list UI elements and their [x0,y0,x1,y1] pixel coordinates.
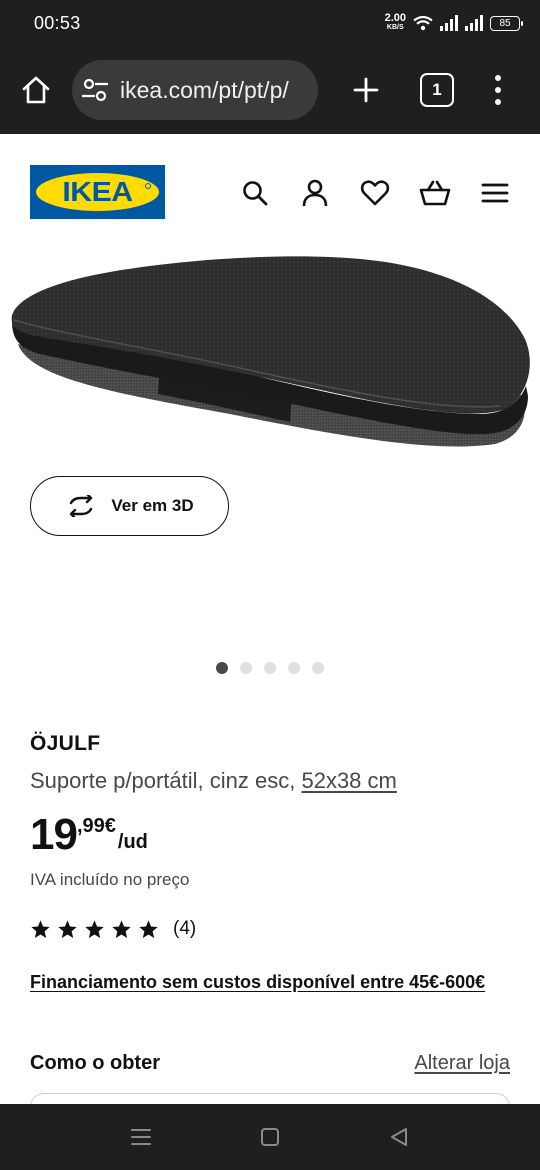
gallery-dot[interactable] [264,662,276,674]
product-price: 19 ,99€ /ud [30,812,148,858]
vat-note: IVA incluído no preço [30,870,190,889]
plus-icon [353,77,379,103]
star-icon [139,919,158,938]
new-tab-button[interactable] [348,72,384,108]
menu-dot [495,99,501,105]
gallery-pagination [0,662,540,674]
product-description: Suporte p/portátil, cinz esc, 52x38 cm [30,768,397,794]
star-icon [112,919,131,938]
price-decimal: ,99€ [76,815,116,837]
heart-icon [360,180,390,206]
product-size-link[interactable]: 52x38 cm [301,768,396,793]
network-speed: 2.00 KB/S [384,12,406,32]
gallery-dot[interactable] [288,662,300,674]
account-icon [302,179,328,207]
back-button[interactable] [386,1124,412,1150]
ikea-logo[interactable]: IKEA [30,165,165,219]
signal-icon-2 [465,15,483,31]
signal-icon [440,15,458,31]
menu-dot [495,87,501,93]
home-button[interactable] [18,72,54,108]
network-speed-unit: KB/S [386,24,404,31]
status-icons: 2.00 KB/S 85 [384,12,523,34]
gallery-dot[interactable] [240,662,252,674]
system-nav-bar [0,1104,540,1170]
view-3d-button[interactable]: Ver em 3D [30,476,229,536]
search-button[interactable] [238,176,272,210]
browser-menu-button[interactable] [484,72,512,108]
registered-mark [145,183,151,189]
search-icon [243,181,268,206]
cart-button[interactable] [418,176,452,210]
availability-title: Como o obter [30,1052,160,1074]
cart-icon [419,180,451,206]
wifi-icon [413,15,433,31]
account-button[interactable] [298,176,332,210]
site-settings-icon[interactable] [80,75,110,105]
change-store-link[interactable]: Alterar loja [414,1052,510,1075]
gallery-dot[interactable] [312,662,324,674]
star-icon [31,919,50,938]
product-description-text: Suporte p/portátil, cinz esc, [30,768,302,793]
back-triangle-icon [391,1128,407,1146]
price-integer: 19 [30,810,78,859]
wishlist-button[interactable] [358,176,392,210]
star-icon [58,919,77,938]
tab-switcher-button[interactable]: 1 [420,73,454,107]
review-count[interactable]: (4) [173,918,196,940]
home-nav-button[interactable] [257,1124,283,1150]
address-bar[interactable]: ikea.com/pt/pt/p/ [72,60,318,120]
product-rating[interactable]: (4) [30,918,196,940]
financing-link[interactable]: Financiamento sem custos disponível entr… [30,972,485,993]
view-3d-label: Ver em 3D [111,496,194,515]
rotate-3d-icon [70,495,93,517]
site-header: IKEA [0,134,540,244]
logo-text: IKEA [62,176,133,207]
menu-dot [495,75,501,81]
battery-icon: 85 [490,15,523,31]
recent-apps-button[interactable] [128,1124,154,1150]
network-speed-value: 2.00 [384,12,406,24]
product-image[interactable] [0,244,540,464]
gallery-dot[interactable] [216,662,228,674]
status-time: 00:53 [34,13,81,33]
home-icon [22,76,50,104]
logo-oval: IKEA [36,173,159,211]
status-bar: 00:53 2.00 KB/S 85 [0,0,540,46]
product-name: ÖJULF [30,732,101,755]
recent-apps-icon [131,1129,151,1145]
browser-toolbar: ikea.com/pt/pt/p/ 1 [0,46,540,134]
main-menu-button[interactable] [478,176,512,210]
hamburger-menu-icon [481,183,509,203]
star-icon [85,919,104,938]
price-unit: /ud [117,831,148,853]
url-text[interactable]: ikea.com/pt/pt/p/ [120,77,289,104]
home-square-icon [261,1128,279,1146]
